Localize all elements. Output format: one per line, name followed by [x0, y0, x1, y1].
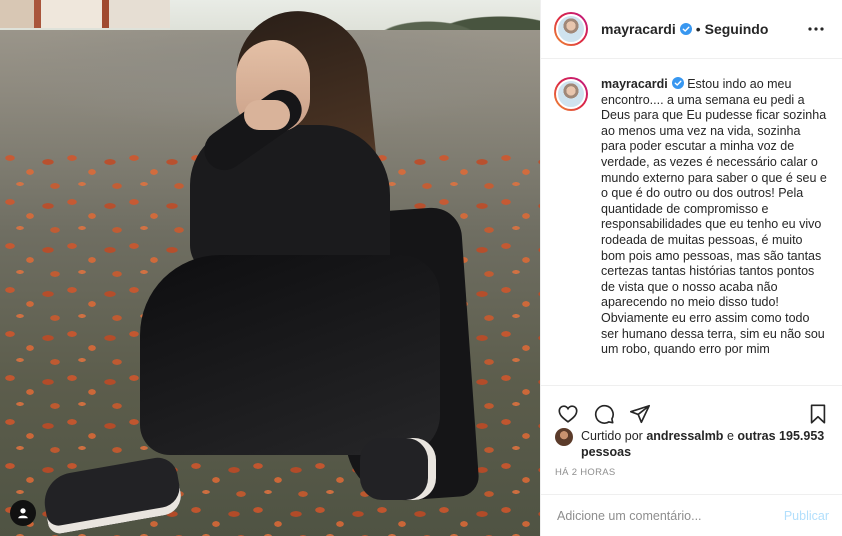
more-horizontal-icon[interactable] — [804, 17, 828, 41]
caption-verified-badge-icon — [671, 77, 684, 89]
comment-bubble-icon[interactable] — [591, 401, 617, 427]
user-tag-glyph — [18, 508, 28, 519]
post-timestamp[interactable]: Há 2 horas — [555, 467, 616, 478]
caption-area: mayracardi Estou indo ao meu encontro...… — [541, 59, 842, 385]
add-comment-bar: Publicar — [541, 494, 842, 536]
caption-text-block: mayracardi Estou indo ao meu encontro...… — [601, 77, 828, 385]
caption-author-avatar[interactable] — [554, 77, 588, 111]
bookmark-icon[interactable] — [805, 401, 831, 427]
likes-prefix: Curtido por — [581, 429, 643, 443]
caption-text-continued: Obviamente eu erro assim como todo ser h… — [601, 310, 825, 357]
liker-username[interactable]: andressalmb — [646, 429, 723, 443]
paper-plane-icon[interactable] — [627, 401, 653, 427]
verified-badge-icon — [679, 23, 692, 35]
photo-shoe-right — [360, 438, 436, 500]
author-username[interactable]: mayracardi — [601, 21, 676, 37]
photo-woman-hand — [244, 100, 290, 130]
likes-connector: e — [726, 429, 734, 443]
post-side-panel: mayracardi • Seguindo mayracardi Estou i… — [540, 0, 842, 536]
photo-woman-legs — [140, 255, 440, 455]
heart-icon[interactable] — [555, 401, 581, 427]
likes-summary: Curtido por andressalmb e outras 195.953… — [555, 428, 835, 460]
photo-house — [0, 0, 170, 28]
caption-username[interactable]: mayracardi — [601, 77, 668, 91]
comment-input[interactable] — [557, 508, 784, 523]
post-header: mayracardi • Seguindo — [541, 0, 842, 59]
following-button[interactable]: Seguindo — [705, 21, 769, 37]
action-bar — [541, 385, 842, 433]
liker-avatar[interactable] — [555, 428, 573, 446]
publish-button[interactable]: Publicar — [784, 509, 829, 523]
author-avatar[interactable] — [554, 12, 588, 46]
post-photo[interactable] — [0, 0, 540, 536]
header-separator: • — [695, 21, 701, 37]
likes-text: Curtido por andressalmb e outras 195.953… — [581, 428, 835, 460]
user-tag-icon[interactable] — [10, 500, 36, 526]
caption-text: Estou indo ao meu encontro.... a uma sem… — [601, 77, 827, 310]
